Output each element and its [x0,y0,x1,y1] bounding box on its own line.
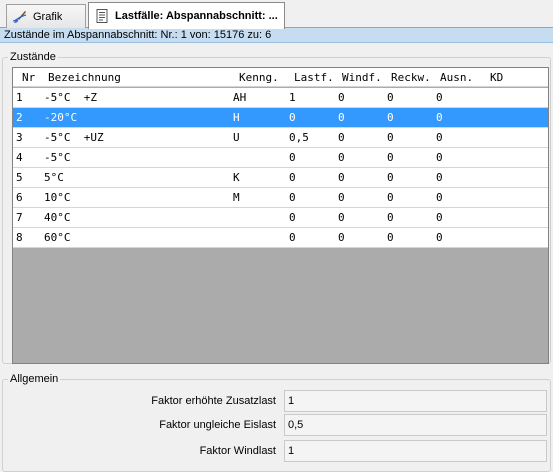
cell-windf: 0 [338,91,345,104]
column-header-kenng[interactable]: Kenng. [239,68,279,87]
cell-reckw: 0 [387,231,394,244]
cell-bezeichnung: -20°C [44,111,78,124]
cell-windf: 0 [338,231,345,244]
table-row[interactable]: 7 40°C 0 0 0 0 [13,208,548,228]
tab-strip: Grafik Lastfälle: Abspannabschnitt: ... [0,0,553,29]
column-header-ausn[interactable]: Ausn. [440,68,473,87]
table-row[interactable]: 8 60°C 0 0 0 0 [13,228,548,248]
cell-ausn: 0 [436,91,443,104]
input-faktor-windlast[interactable]: 1 [284,440,547,462]
cell-reckw: 0 [387,191,394,204]
cell-bezeichnung: 60°C [44,231,71,244]
column-header-nr[interactable]: Nr [22,68,35,87]
input-faktor-eislast[interactable]: 0,5 [284,414,547,436]
input-faktor-zusatzlast[interactable]: 1 [284,390,547,412]
table-header: Nr Bezeichnung Kenng. Lastf. Windf. Reck… [13,68,548,87]
column-header-reckw[interactable]: Reckw. [391,68,431,87]
cell-windf: 0 [338,131,345,144]
cell-nr: 7 [16,211,23,224]
cell-bezeichnung: -5°C +UZ [44,131,104,144]
field-row-eislast: Faktor ungleiche Eislast 0,5 [0,414,553,436]
cell-bezeichnung: -5°C [44,151,71,164]
cell-bezeichnung: 5°C [44,171,64,184]
cell-kenng: AH [233,91,247,104]
cell-nr: 3 [16,131,23,144]
cell-nr: 6 [16,191,23,204]
cell-ausn: 0 [436,151,443,164]
cell-reckw: 0 [387,171,394,184]
table-row[interactable]: 4 -5°C 0 0 0 0 [13,148,548,168]
cell-reckw: 0 [387,111,394,124]
cell-kenng: U [233,131,240,144]
cell-reckw: 0 [387,211,394,224]
cell-nr: 1 [16,91,23,104]
table-row[interactable]: 6 10°C M 0 0 0 0 [13,188,548,208]
cell-ausn: 0 [436,211,443,224]
cell-lastf: 0 [289,171,296,184]
cell-reckw: 0 [387,131,394,144]
cell-reckw: 0 [387,91,394,104]
table-row[interactable]: 1 -5°C +Z AH 1 0 0 0 [13,88,548,108]
cell-windf: 0 [338,111,345,124]
cell-kenng: K [233,171,240,184]
cell-lastf: 1 [289,91,296,104]
label-faktor-zusatzlast: Faktor erhöhte Zusatzlast [151,395,276,407]
table-body: 1 -5°C +Z AH 1 0 0 0 2 -20°C H 0 0 0 0 3 -5°C +UZ U 0,5 0 0… [13,88,548,248]
cell-bezeichnung: 10°C [44,191,71,204]
zustaende-table[interactable]: Nr Bezeichnung Kenng. Lastf. Windf. Reck… [12,67,549,364]
status-bar: Zustände im Abspannabschnitt: Nr.: 1 von… [0,28,553,43]
tab-grafik-label: Grafik [33,10,63,23]
cell-bezeichnung: 40°C [44,211,71,224]
cell-lastf: 0 [289,231,296,244]
cell-ausn: 0 [436,191,443,204]
column-header-kd[interactable]: KD [490,68,503,87]
cell-nr: 8 [16,231,23,244]
table-row[interactable]: 3 -5°C +UZ U 0,5 0 0 0 [13,128,548,148]
cell-windf: 0 [338,151,345,164]
cell-lastf: 0 [289,211,296,224]
cell-ausn: 0 [436,131,443,144]
table-row[interactable]: 5 5°C K 0 0 0 0 [13,168,548,188]
column-header-lastf[interactable]: Lastf. [294,68,334,87]
field-row-windlast: Faktor Windlast 1 [0,440,553,462]
cell-reckw: 0 [387,151,394,164]
cell-lastf: 0,5 [289,131,309,144]
brush-icon [12,9,28,25]
zustaende-group-title: Zustände [8,50,58,64]
label-faktor-eislast: Faktor ungleiche Eislast [159,419,276,431]
document-icon [94,8,110,24]
column-header-bezeichnung[interactable]: Bezeichnung [48,68,121,87]
cell-windf: 0 [338,211,345,224]
cell-kenng: M [233,191,240,204]
cell-ausn: 0 [436,111,443,124]
cell-nr: 2 [16,111,23,124]
label-faktor-windlast: Faktor Windlast [199,445,276,457]
table-row[interactable]: 2 -20°C H 0 0 0 0 [13,108,548,128]
cell-nr: 5 [16,171,23,184]
tab-lastfaelle-label: Lastfälle: Abspannabschnitt: ... [115,10,278,22]
cell-ausn: 0 [436,171,443,184]
tab-grafik[interactable]: Grafik [6,4,86,28]
cell-bezeichnung: -5°C +Z [44,91,97,104]
tab-lastfaelle[interactable]: Lastfälle: Abspannabschnitt: ... [88,2,285,29]
field-row-zusatzlast: Faktor erhöhte Zusatzlast 1 [0,390,553,412]
cell-lastf: 0 [289,151,296,164]
cell-windf: 0 [338,191,345,204]
column-header-windf[interactable]: Windf. [342,68,382,87]
cell-lastf: 0 [289,191,296,204]
cell-nr: 4 [16,151,23,164]
cell-kenng: H [233,111,240,124]
cell-lastf: 0 [289,111,296,124]
allgemein-group-title: Allgemein [8,372,61,386]
cell-ausn: 0 [436,231,443,244]
cell-windf: 0 [338,171,345,184]
